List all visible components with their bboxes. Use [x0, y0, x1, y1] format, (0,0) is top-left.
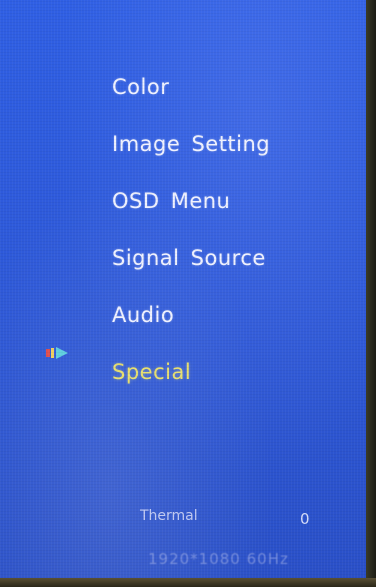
thermal-value: 0 [300, 510, 310, 528]
menu-item-color[interactable]: Color [112, 58, 270, 115]
osd-screen: Color Image Setting OSD Menu Signal Sour… [0, 0, 366, 578]
monitor-bezel-right [366, 0, 376, 587]
selection-pointer-icon [46, 347, 68, 359]
menu-item-special[interactable]: Special [112, 343, 270, 400]
menu-item-signal-source[interactable]: Signal Source [112, 229, 270, 286]
thermal-label: Thermal [140, 508, 198, 524]
menu-item-audio[interactable]: Audio [112, 286, 270, 343]
resolution-readout: 1920*1080 60Hz [148, 550, 289, 568]
monitor-frame: Color Image Setting OSD Menu Signal Sour… [0, 0, 376, 587]
monitor-bezel-bottom [0, 578, 376, 587]
menu-item-osd-menu[interactable]: OSD Menu [112, 172, 270, 229]
menu-item-image-setting[interactable]: Image Setting [112, 115, 270, 172]
osd-menu: Color Image Setting OSD Menu Signal Sour… [112, 58, 270, 400]
